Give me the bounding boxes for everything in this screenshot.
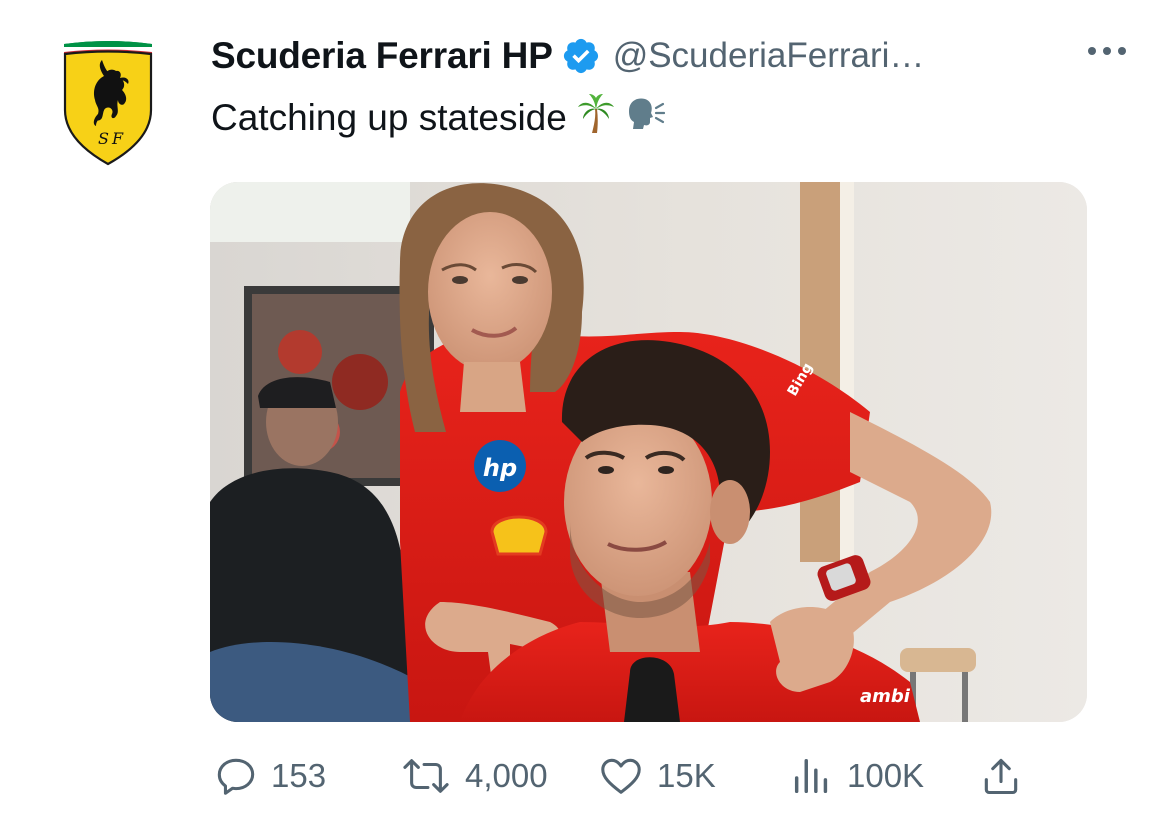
reply-icon <box>217 758 255 795</box>
tweet-actions: 153 4,000 15K 100K <box>213 748 1113 804</box>
verified-badge-icon[interactable] <box>561 36 601 76</box>
svg-text:S: S <box>98 129 109 148</box>
user-handle[interactable]: @ScuderiaFerrari… <box>613 36 925 76</box>
like-count: 15K <box>657 757 716 794</box>
tweet-text-body: Catching up stateside <box>211 96 567 138</box>
svg-text:F: F <box>111 129 124 148</box>
speaking-head-emoji <box>625 95 665 140</box>
share-button[interactable] <box>979 748 1023 804</box>
share-icon <box>984 758 1018 795</box>
views-icon <box>794 758 828 794</box>
palm-tree-emoji <box>577 93 615 142</box>
like-icon <box>601 758 641 794</box>
avatar[interactable]: S F <box>62 40 154 166</box>
tweet-media-photo[interactable]: hp Bing ambi <box>210 182 1087 722</box>
tweet-header: Scuderia Ferrari HP @ScuderiaFerrari… <box>211 30 1141 82</box>
views-button[interactable]: 100K <box>789 748 924 804</box>
ambient-sponsor-text: ambi <box>860 686 911 707</box>
retweet-count: 4,000 <box>465 757 548 794</box>
reply-button[interactable]: 153 <box>213 748 326 804</box>
retweet-button[interactable]: 4,000 <box>399 748 548 804</box>
tweet-text: Catching up stateside <box>211 93 665 142</box>
views-count: 100K <box>847 757 925 794</box>
reply-count: 153 <box>271 757 327 794</box>
like-button[interactable]: 15K <box>597 748 716 804</box>
ferrari-logo: S F <box>63 41 153 166</box>
more-icon[interactable] <box>1085 39 1129 63</box>
display-name[interactable]: Scuderia Ferrari HP <box>211 35 553 77</box>
hp-logo-text: hp <box>483 454 517 482</box>
retweet-icon <box>403 759 449 793</box>
